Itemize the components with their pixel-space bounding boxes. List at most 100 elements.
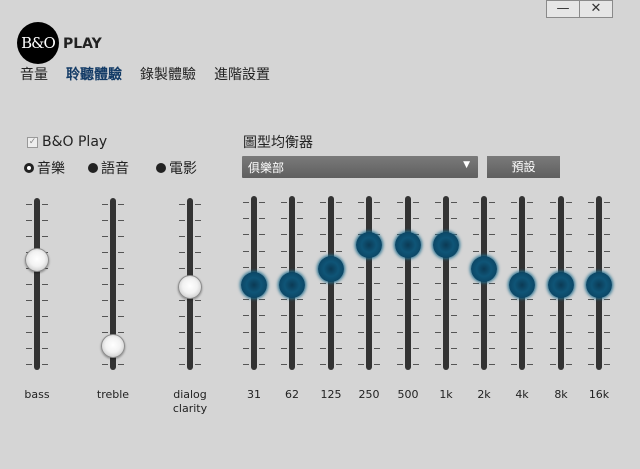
slider-knob[interactable]	[101, 333, 125, 358]
eq-band-slider[interactable]	[349, 196, 389, 370]
radio-icon[interactable]	[156, 163, 166, 173]
mode-movie-radio[interactable]: 電影	[156, 158, 197, 178]
close-button[interactable]: ✕	[579, 0, 613, 18]
slider-track[interactable]	[481, 196, 487, 370]
slider-tick	[566, 347, 572, 349]
tab-advanced[interactable]: 進階設置	[214, 64, 270, 84]
slider-tick	[358, 364, 364, 365]
slider-tick	[336, 234, 342, 236]
slider-tick	[604, 266, 610, 268]
slider-knob[interactable]	[279, 271, 305, 298]
eq-band-slider[interactable]	[541, 196, 581, 370]
tone-slider[interactable]	[17, 198, 57, 370]
slider-tick	[118, 204, 124, 205]
slider-knob[interactable]	[395, 231, 421, 258]
eq-band-slider[interactable]	[311, 196, 351, 370]
eq-band-slider[interactable]	[234, 196, 274, 370]
slider-tick	[102, 316, 108, 317]
tab-recording[interactable]: 錄製體驗	[140, 64, 196, 84]
slider-tick	[102, 204, 108, 205]
slider-knob[interactable]	[25, 247, 49, 272]
eq-band-slider[interactable]	[426, 196, 466, 370]
slider-track[interactable]	[443, 196, 449, 370]
slider-tick	[179, 220, 185, 221]
slider-tick	[374, 364, 380, 365]
tone-slider[interactable]	[170, 198, 210, 370]
slider-tick	[413, 347, 419, 349]
slider-tick	[297, 218, 303, 220]
slider-tick	[527, 347, 533, 349]
radio-selected-icon[interactable]	[24, 163, 34, 173]
tab-volume[interactable]: 音量	[20, 64, 48, 84]
slider-tick	[26, 300, 32, 301]
slider-tick	[527, 234, 533, 236]
slider-tick	[550, 331, 556, 333]
slider-knob[interactable]	[586, 271, 612, 298]
slider-knob[interactable]	[178, 275, 202, 300]
slider-tick	[397, 266, 403, 268]
slider-tick	[179, 332, 185, 333]
eq-band-slider[interactable]	[464, 196, 504, 370]
eq-band-slider[interactable]	[502, 196, 542, 370]
slider-knob[interactable]	[471, 256, 497, 283]
slider-tick	[374, 347, 380, 349]
bo-play-toggle[interactable]: ✓ B&O Play	[27, 134, 107, 150]
slider-tick	[179, 252, 185, 253]
slider-knob[interactable]	[318, 256, 344, 283]
mode-movie-label: 電影	[169, 161, 197, 177]
tab-listening[interactable]: 聆聽體驗	[66, 64, 122, 84]
slider-tick	[473, 202, 479, 203]
slider-tick	[243, 234, 249, 236]
slider-tick	[527, 218, 533, 220]
slider-tick	[26, 284, 32, 285]
slider-tick	[489, 250, 495, 252]
preset-button[interactable]: 預設	[487, 156, 560, 178]
slider-tick	[195, 348, 201, 349]
eq-band-slider[interactable]	[272, 196, 312, 370]
slider-tick	[42, 348, 48, 349]
eq-band-slider[interactable]	[579, 196, 619, 370]
slider-track[interactable]	[328, 196, 334, 370]
slider-track[interactable]	[405, 196, 411, 370]
slider-knob[interactable]	[433, 231, 459, 258]
slider-tick	[358, 218, 364, 220]
radio-icon[interactable]	[88, 163, 98, 173]
slider-tick	[195, 364, 201, 365]
slider-knob[interactable]	[509, 271, 535, 298]
slider-tick	[527, 331, 533, 333]
slider-tick	[588, 364, 594, 365]
slider-tick	[374, 331, 380, 333]
slider-tick	[297, 347, 303, 349]
tone-slider[interactable]	[93, 198, 133, 370]
slider-tick	[473, 315, 479, 317]
slider-tick	[179, 364, 185, 365]
eq-band-slider[interactable]	[388, 196, 428, 370]
slider-tick	[489, 234, 495, 236]
slider-tick	[550, 218, 556, 220]
slider-tick	[26, 236, 32, 237]
slider-track[interactable]	[34, 198, 40, 370]
mode-music-label: 音樂	[37, 161, 65, 177]
mode-music-radio[interactable]: 音樂	[24, 158, 65, 178]
slider-tick	[374, 315, 380, 317]
preset-dropdown[interactable]: 俱樂部 ▼	[242, 156, 478, 178]
slider-tick	[42, 236, 48, 237]
slider-tick	[281, 364, 287, 365]
slider-tick	[511, 234, 517, 236]
slider-track[interactable]	[366, 196, 372, 370]
slider-knob[interactable]	[241, 271, 267, 298]
slider-tick	[604, 364, 610, 365]
mode-voice-radio[interactable]: 語音	[88, 158, 129, 178]
slider-tick	[26, 204, 32, 205]
slider-tick	[566, 202, 572, 203]
slider-tick	[511, 315, 517, 317]
checkbox-icon[interactable]: ✓	[27, 136, 38, 148]
slider-tick	[527, 364, 533, 365]
slider-knob[interactable]	[548, 271, 574, 298]
slider-tick	[435, 364, 441, 365]
slider-knob[interactable]	[356, 231, 382, 258]
minimize-button[interactable]: —	[546, 0, 580, 18]
slider-tick	[604, 331, 610, 333]
slider-tick	[435, 331, 441, 333]
slider-tick	[451, 347, 457, 349]
